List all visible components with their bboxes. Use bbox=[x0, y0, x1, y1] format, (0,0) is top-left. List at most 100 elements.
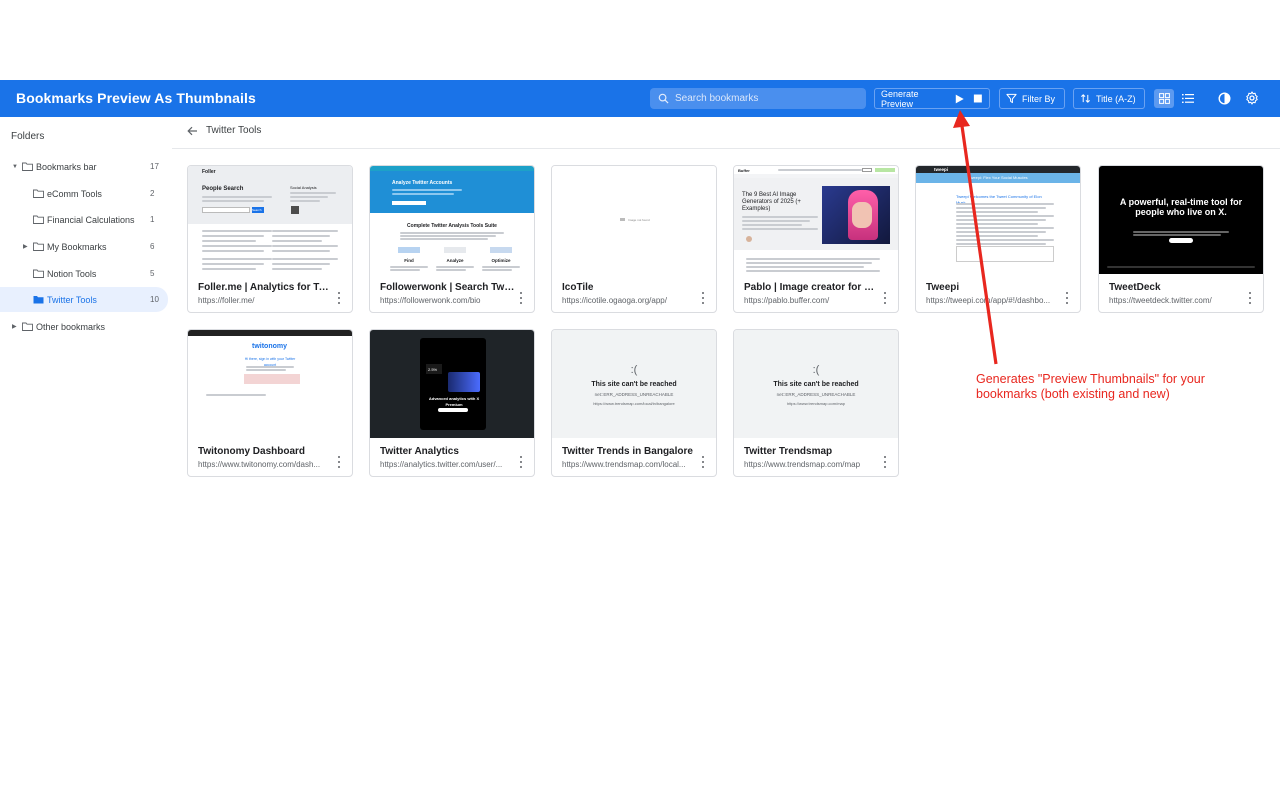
sidebar-item-notion-tools[interactable]: Notion Tools 5 bbox=[0, 261, 168, 286]
search-box[interactable] bbox=[650, 88, 866, 109]
thumb-sad-face: :( bbox=[630, 364, 638, 376]
bookmark-thumbnail[interactable]: Image not found bbox=[552, 166, 716, 274]
more-options-icon[interactable] bbox=[700, 456, 706, 468]
sidebar-item-my-bookmarks[interactable]: ▶ My Bookmarks 6 bbox=[0, 234, 168, 259]
sort-button[interactable]: Title (A-Z) bbox=[1073, 88, 1145, 109]
filter-button[interactable]: Filter By bbox=[999, 88, 1065, 109]
thumb-text-line bbox=[202, 245, 272, 247]
more-options-icon[interactable] bbox=[336, 456, 342, 468]
bookmark-thumbnail[interactable]: Analyze Twitter Accounts Complete Twitter… bbox=[370, 166, 534, 274]
sidebar-item-label: Other bookmarks bbox=[36, 321, 106, 332]
more-options-icon[interactable] bbox=[1064, 292, 1070, 304]
bookmark-thumbnail[interactable]: A powerful, real-time tool for people wh… bbox=[1099, 166, 1263, 274]
grid-view-button[interactable] bbox=[1154, 89, 1174, 108]
more-options-icon[interactable] bbox=[518, 456, 524, 468]
thumb-col-title: Analyze bbox=[446, 258, 464, 263]
thumb-button bbox=[438, 408, 468, 412]
thumb-text-line bbox=[272, 235, 330, 237]
bookmark-title[interactable]: Twitter Trends in Bangalore bbox=[562, 446, 697, 457]
thumb-text-line bbox=[202, 200, 264, 202]
more-options-icon[interactable] bbox=[1247, 292, 1253, 304]
theme-toggle-icon[interactable] bbox=[1218, 92, 1231, 105]
bookmark-thumbnail[interactable]: 2.5% Advanced analytics with X Premium bbox=[370, 330, 534, 438]
thumb-text-line bbox=[1107, 266, 1255, 268]
bookmark-title[interactable]: Twitter Trendsmap bbox=[744, 446, 879, 457]
sidebar-item-label: My Bookmarks bbox=[47, 241, 107, 252]
thumb-text-line bbox=[956, 215, 1054, 217]
back-arrow-icon[interactable] bbox=[187, 126, 198, 136]
thumb-text-line bbox=[272, 258, 338, 260]
bookmark-title[interactable]: Pablo | Image creator for soc... bbox=[744, 282, 879, 293]
thumb-text-line bbox=[778, 169, 862, 171]
sidebar-item-twitter-tools[interactable]: Twitter Tools 10 bbox=[0, 287, 168, 312]
generate-preview-button[interactable]: Generate Preview bbox=[874, 88, 990, 109]
sidebar-item-financial-calculations[interactable]: Financial Calculations 1 bbox=[0, 207, 168, 232]
sidebar-item-bookmarks-bar[interactable]: ▼ Bookmarks bar 17 bbox=[0, 154, 168, 179]
play-icon[interactable] bbox=[954, 93, 965, 105]
sidebar-item-ecomm-tools[interactable]: eComm Tools 2 bbox=[0, 181, 168, 206]
more-options-icon[interactable] bbox=[700, 292, 706, 304]
more-options-icon[interactable] bbox=[518, 292, 524, 304]
thumb-text-line bbox=[746, 270, 880, 272]
bookmark-card[interactable]: Image not found IcoTile https://icotile.og… bbox=[551, 165, 717, 313]
bookmark-card[interactable]: :(This site can't be reached net::ERR_ADD… bbox=[733, 329, 899, 477]
bookmark-card[interactable]: Analyze Twitter Accounts Complete Twitter… bbox=[369, 165, 535, 313]
thumb-text-line bbox=[956, 227, 1054, 229]
thumb-text-line bbox=[202, 263, 264, 265]
bookmark-thumbnail[interactable]: :(This site can't be reached net::ERR_ADD… bbox=[552, 330, 716, 438]
thumb-text-line bbox=[202, 268, 256, 270]
bookmark-thumbnail[interactable]: :(This site can't be reached net::ERR_ADD… bbox=[734, 330, 898, 438]
thumb-search-field bbox=[202, 207, 250, 213]
more-options-icon[interactable] bbox=[336, 292, 342, 304]
sidebar-item-label: Financial Calculations bbox=[47, 214, 135, 225]
sidebar-item-label: eComm Tools bbox=[47, 188, 102, 199]
caret-right-icon[interactable]: ▶ bbox=[12, 323, 17, 330]
bookmark-card[interactable]: 2.5% Advanced analytics with X Premium Twi… bbox=[369, 329, 535, 477]
bookmark-url: https://tweepi.com/app/#!/dashbo... bbox=[926, 296, 1051, 305]
bookmark-thumbnail[interactable]: twitonomy Hi there, sign in with your Twi… bbox=[188, 330, 352, 438]
bookmark-url: https://www.twitonomy.com/dash... bbox=[198, 460, 321, 469]
stop-icon[interactable] bbox=[973, 93, 983, 104]
settings-gear-icon[interactable] bbox=[1245, 91, 1259, 105]
thumb-button: Search bbox=[252, 207, 264, 213]
grid-icon bbox=[1158, 93, 1170, 104]
bookmark-card[interactable]: :(This site can't be reached net::ERR_ADD… bbox=[551, 329, 717, 477]
more-options-icon[interactable] bbox=[882, 456, 888, 468]
bookmark-card[interactable]: tweepi Tweepi: Flex Your Social Muscles Tw… bbox=[915, 165, 1081, 313]
thumb-text-line bbox=[290, 200, 320, 202]
thumb-text-line bbox=[746, 258, 880, 260]
bookmark-thumbnail[interactable]: Buffer The 9 Best AI Image Generators of … bbox=[734, 166, 898, 274]
bookmark-title[interactable]: IcoTile bbox=[562, 282, 697, 293]
thumb-brand: Foller bbox=[202, 169, 216, 175]
bookmark-card[interactable]: A powerful, real-time tool for people wh… bbox=[1098, 165, 1264, 313]
caret-down-icon[interactable]: ▼ bbox=[12, 164, 18, 170]
bookmark-title[interactable]: Twitter Analytics bbox=[380, 446, 515, 457]
list-view-button[interactable] bbox=[1178, 89, 1198, 108]
bookmark-title[interactable]: Tweepi bbox=[926, 282, 1061, 293]
thumb-nav bbox=[188, 330, 352, 336]
thumb-text-line bbox=[272, 240, 322, 242]
thumb-search-field bbox=[392, 201, 426, 205]
bookmark-title[interactable]: Followerwonk | Search Twitt... bbox=[380, 282, 515, 293]
bookmark-card[interactable]: Foller People Search Search Social Analysis… bbox=[187, 165, 353, 313]
thumb-text-line bbox=[482, 266, 520, 268]
divider bbox=[172, 148, 1280, 149]
thumb-text-line bbox=[956, 231, 1046, 233]
sidebar-item-other-bookmarks[interactable]: ▶ Other bookmarks bbox=[0, 314, 168, 339]
bookmark-title[interactable]: TweetDeck bbox=[1109, 282, 1244, 293]
bookmark-thumbnail[interactable]: tweepi Tweepi: Flex Your Social Muscles Tw… bbox=[916, 166, 1080, 274]
bookmark-thumbnail[interactable]: Foller People Search Search Social Analysis bbox=[188, 166, 352, 274]
bookmark-title[interactable]: Foller.me | Analytics for Twit... bbox=[198, 282, 333, 293]
thumb-face bbox=[852, 202, 872, 228]
bookmark-title[interactable]: Twitonomy Dashboard bbox=[198, 446, 333, 457]
folder-icon bbox=[22, 162, 33, 171]
caret-right-icon[interactable]: ▶ bbox=[23, 243, 28, 250]
bookmark-card[interactable]: Buffer The 9 Best AI Image Generators of … bbox=[733, 165, 899, 313]
more-options-icon[interactable] bbox=[882, 292, 888, 304]
search-input[interactable] bbox=[675, 93, 855, 104]
sidebar-item-count: 6 bbox=[150, 242, 155, 251]
thumb-text-line bbox=[206, 394, 266, 396]
thumb-text-line bbox=[436, 269, 466, 271]
bookmark-card[interactable]: twitonomy Hi there, sign in with your Twi… bbox=[187, 329, 353, 477]
thumb-heading: People Search bbox=[202, 186, 244, 192]
